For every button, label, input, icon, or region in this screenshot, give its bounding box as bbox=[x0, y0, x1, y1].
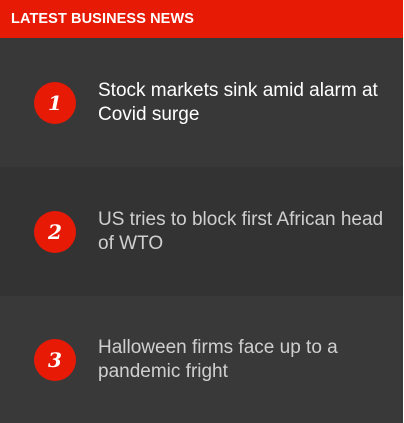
rank-badge: 2 bbox=[34, 210, 76, 253]
news-headline-link[interactable]: Stock markets sink amid alarm at Covid s… bbox=[98, 79, 388, 127]
news-item-3[interactable]: 3 Halloween firms face up to a pandemic … bbox=[0, 296, 403, 423]
rank-badge: 1 bbox=[34, 81, 76, 124]
news-item-1[interactable]: 1 Stock markets sink amid alarm at Covid… bbox=[0, 38, 403, 167]
business-news-widget: LATEST BUSINESS NEWS 1 Stock markets sin… bbox=[0, 0, 403, 423]
news-headline-link[interactable]: Halloween firms face up to a pandemic fr… bbox=[98, 336, 388, 384]
rank-badge: 3 bbox=[34, 338, 76, 381]
widget-title: LATEST BUSINESS NEWS bbox=[11, 11, 194, 27]
news-item-2[interactable]: 2 US tries to block first African head o… bbox=[0, 167, 403, 296]
widget-header: LATEST BUSINESS NEWS bbox=[0, 0, 403, 38]
news-headline-link[interactable]: US tries to block first African head of … bbox=[98, 208, 388, 256]
